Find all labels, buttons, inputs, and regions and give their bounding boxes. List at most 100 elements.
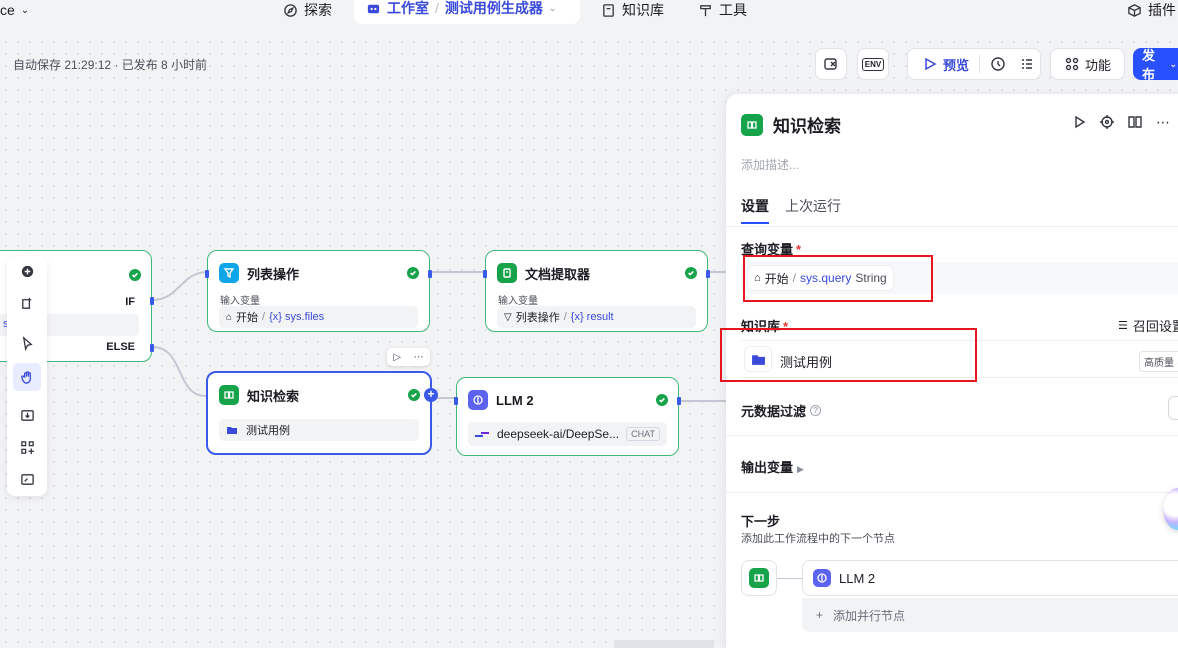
output-vars-toggle[interactable]: 输出变量 ▶ (741, 457, 804, 476)
publish-label: 发布 (1142, 48, 1156, 82)
model-name: deepseek-ai/DeepSe... (497, 427, 620, 441)
env-button[interactable]: ENV (857, 48, 889, 80)
export-image-icon[interactable] (17, 405, 37, 425)
divider (726, 226, 1178, 227)
filter-icon: ▽ (504, 311, 512, 323)
input-var-label: 输入变量 (220, 296, 260, 307)
add-note-icon[interactable] (17, 293, 37, 313)
add-parallel-node-button[interactable]: + 添加并行节点 (802, 598, 1178, 632)
more-icon[interactable]: ⋯ (1156, 114, 1170, 130)
deepseek-logo-icon (475, 432, 489, 437)
node-header: 知识检索 (219, 385, 299, 405)
mode-badge: CHAT (626, 427, 660, 441)
scrollbar[interactable] (614, 640, 714, 648)
play-icon (925, 57, 937, 71)
minimap-icon[interactable] (17, 469, 37, 489)
node-settings-panel: 知识检索 ⋯ 添加描述... 设置 上次运行 查询变量 * ⌂ 开始 / sys.… (720, 94, 1178, 648)
clear-button[interactable] (815, 48, 847, 80)
preview-button[interactable]: 预览 (922, 55, 969, 74)
preview-group: 预览 (907, 48, 1041, 80)
node-header: 列表操作 (219, 263, 299, 283)
panel-header: 知识检索 (741, 112, 841, 137)
separator: / (563, 311, 567, 323)
quality-badge: 高质量 · 向 (1139, 351, 1178, 372)
hand-tool-icon[interactable] (13, 363, 41, 391)
grid-icon (1065, 57, 1079, 71)
highlight-box (720, 328, 977, 382)
var-name: {x} sys.files (269, 311, 325, 323)
else-branch-label: ELSE (106, 341, 135, 353)
filter-icon (219, 263, 239, 283)
tab-last-run[interactable]: 上次运行 (785, 196, 841, 216)
checklist-icon[interactable] (1019, 56, 1035, 72)
caret-right-icon: ▶ (797, 464, 804, 474)
help-icon[interactable]: ? (810, 405, 822, 416)
node-header: 文档提取器 (497, 263, 590, 283)
var-name: {x} result (570, 311, 614, 323)
description-input[interactable]: 添加描述... (741, 156, 799, 173)
if-port[interactable] (150, 297, 154, 305)
history-icon[interactable] (990, 56, 1006, 72)
publish-button[interactable]: 发布 ⌄ (1133, 48, 1178, 82)
out-port[interactable] (677, 397, 681, 405)
more-icon[interactable]: ⋯ (414, 352, 424, 363)
else-port[interactable] (150, 344, 154, 352)
knowledge-retrieval-node[interactable]: 知识检索 测试用例 + (206, 371, 438, 455)
next-step-label: 下一步 (741, 514, 781, 529)
doc-extractor-node[interactable]: 文档提取器 输入变量 ▽ 列表操作 / {x} result (483, 250, 710, 332)
recall-settings-button[interactable]: ☰ 召回设置 (1118, 316, 1178, 335)
node-title: 文档提取器 (525, 266, 591, 282)
docs-icon[interactable] (1128, 115, 1142, 129)
out-port[interactable] (428, 270, 432, 278)
in-port[interactable] (483, 270, 487, 278)
success-icon (656, 394, 668, 406)
success-icon (408, 389, 420, 401)
add-next-node-icon[interactable]: + (424, 388, 438, 402)
edge (151, 271, 209, 301)
panel-title[interactable]: 知识检索 (773, 112, 841, 137)
add-node-icon[interactable] (17, 261, 37, 281)
in-port[interactable] (205, 270, 209, 278)
settings-sliders-icon: ☰ (1118, 320, 1128, 332)
next-node-item[interactable]: LLM 2 (802, 560, 1178, 596)
canvas-toolbar (7, 256, 47, 496)
nav-plugins[interactable]: 插件 (1127, 0, 1176, 20)
next-step-desc: 添加此工作流程中的下一个节点 (741, 533, 895, 545)
clear-run-icon (824, 58, 837, 70)
chevron-down-icon: ⌄ (1169, 58, 1177, 69)
success-icon (685, 267, 697, 279)
node-header: LLM 2 (468, 390, 534, 410)
book-icon (741, 113, 763, 136)
run-node-icon[interactable]: ▷ (393, 352, 401, 363)
list-operation-node[interactable]: 列表操作 输入变量 ⌂ 开始 / {x} sys.files (205, 250, 432, 332)
add-parallel-label: 添加并行节点 (833, 608, 906, 623)
model-field: deepseek-ai/DeepSe... CHAT (468, 422, 667, 446)
input-var-label: 输入变量 (498, 296, 538, 307)
node-hover-actions: ▷ ⋯ (387, 348, 430, 366)
knowledge-field: 测试用例 (219, 419, 419, 441)
env-icon: ENV (861, 57, 885, 71)
organize-icon[interactable] (17, 437, 37, 457)
node-title: 知识检索 (247, 388, 300, 404)
tab-settings[interactable]: 设置 (741, 196, 769, 216)
book-icon (749, 568, 769, 588)
input-var-field: ▽ 列表操作 / {x} result (497, 306, 696, 328)
llm-node[interactable]: LLM 2 deepseek-ai/DeepSe... CHAT (454, 377, 681, 456)
output-vars-label: 输出变量 (741, 460, 794, 475)
locate-icon[interactable] (1100, 115, 1114, 129)
success-icon (407, 267, 419, 279)
divider (726, 435, 1178, 436)
features-button[interactable]: 功能 (1050, 48, 1125, 80)
metadata-filter-select[interactable] (1168, 396, 1178, 420)
knowledge-name: 测试用例 (246, 425, 290, 437)
pointer-icon[interactable] (17, 333, 37, 353)
home-icon: ⌂ (226, 311, 233, 323)
nav-plugins-label: 插件 (1148, 2, 1176, 18)
highlight-box (743, 255, 933, 302)
node-title: 列表操作 (247, 266, 300, 282)
in-port[interactable] (454, 397, 458, 405)
run-icon[interactable] (1072, 115, 1086, 129)
plus-icon: + (816, 608, 824, 622)
out-port[interactable] (706, 270, 710, 278)
var-source: 列表操作 (515, 312, 560, 324)
